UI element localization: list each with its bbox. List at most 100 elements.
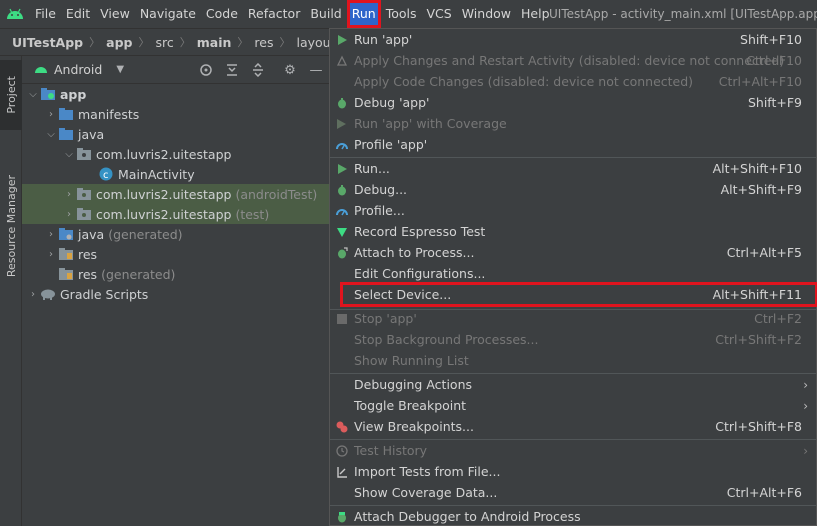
import-icon bbox=[330, 461, 354, 482]
menu-item-attach-to-process[interactable]: Attach to Process... Ctrl+Alt+F5 bbox=[330, 242, 816, 263]
menu-file[interactable]: File bbox=[30, 0, 61, 28]
package-icon bbox=[76, 206, 92, 222]
menu-item-debugging-actions[interactable]: Debugging Actions › bbox=[330, 374, 816, 395]
tree-item-app[interactable]: ⌵ app bbox=[22, 84, 330, 104]
tree-item-package-androidtest[interactable]: › com.luvris2.uitestapp (androidTest) bbox=[22, 184, 330, 204]
menu-item-label: Run 'app' bbox=[354, 32, 413, 47]
breadcrumb-res[interactable]: res bbox=[254, 35, 273, 50]
attach-debugger-android-icon bbox=[330, 506, 354, 526]
menu-item-label: Select Device... bbox=[354, 287, 452, 302]
menu-code[interactable]: Code bbox=[201, 0, 243, 28]
menu-item-view-breakpoints[interactable]: View Breakpoints... Ctrl+Shift+F8 bbox=[330, 416, 816, 437]
menu-item-label: Apply Code Changes (disabled: device not… bbox=[354, 74, 694, 89]
tree-item-label: com.luvris2.uitestapp bbox=[96, 186, 232, 202]
tree-item-res-generated[interactable]: res (generated) bbox=[22, 264, 330, 284]
breakpoints-icon bbox=[330, 416, 354, 437]
menu-item-run-with-coverage[interactable]: Run 'app' with Coverage bbox=[330, 113, 816, 134]
chevron-right-icon[interactable]: › bbox=[44, 229, 58, 240]
attach-debugger-icon bbox=[330, 242, 354, 263]
menu-item-shortcut: Alt+Shift+F10 bbox=[712, 161, 802, 176]
menu-bar: File Edit View Navigate Code Refactor Bu… bbox=[0, 0, 817, 28]
menu-item-debug-app[interactable]: Debug 'app' Shift+F9 bbox=[330, 92, 816, 113]
profiler-gauge-icon bbox=[330, 200, 354, 221]
tree-item-res[interactable]: › res bbox=[22, 244, 330, 264]
tree-item-gradle-scripts[interactable]: › Gradle Scripts bbox=[22, 284, 330, 304]
package-icon bbox=[76, 186, 92, 202]
menu-view[interactable]: View bbox=[95, 0, 135, 28]
tree-item-label: res bbox=[78, 266, 98, 282]
expand-all-icon[interactable] bbox=[224, 62, 240, 78]
menu-item-import-tests[interactable]: Import Tests from File... bbox=[330, 461, 816, 482]
menu-item-shortcut: Ctrl+Alt+F6 bbox=[726, 485, 802, 500]
chevron-down-icon[interactable]: ⌵ bbox=[44, 129, 58, 140]
menu-item-shortcut: Ctrl+Shift+F8 bbox=[715, 419, 802, 434]
hide-panel-icon[interactable]: — bbox=[308, 62, 324, 78]
menu-item-label: Profile 'app' bbox=[354, 137, 428, 152]
collapse-all-icon[interactable] bbox=[250, 62, 266, 78]
menu-item-attach-debugger-android[interactable]: Attach Debugger to Android Process bbox=[330, 506, 816, 526]
menu-item-stop-background-processes[interactable]: Stop Background Processes... Ctrl+Shift+… bbox=[330, 329, 816, 350]
menu-item-show-running-list[interactable]: Show Running List bbox=[330, 350, 816, 371]
menu-navigate[interactable]: Navigate bbox=[135, 0, 201, 28]
tree-item-java[interactable]: ⌵ java bbox=[22, 124, 330, 144]
menu-tools[interactable]: Tools bbox=[381, 0, 422, 28]
chevron-right-icon[interactable]: › bbox=[26, 289, 40, 300]
chevron-right-icon[interactable]: › bbox=[44, 249, 58, 260]
tree-item-suffix: (generated) bbox=[108, 226, 183, 242]
tree-item-java-generated[interactable]: › java (generated) bbox=[22, 224, 330, 244]
menu-item-show-coverage-data[interactable]: Show Coverage Data... Ctrl+Alt+F6 bbox=[330, 482, 816, 503]
menu-window[interactable]: Window bbox=[457, 0, 516, 28]
clock-icon bbox=[330, 440, 354, 461]
breadcrumb-module[interactable]: app bbox=[106, 35, 132, 50]
chevron-right-icon[interactable]: › bbox=[62, 189, 76, 200]
project-view-selector[interactable]: Android ▼ bbox=[22, 62, 124, 77]
project-tool-tab[interactable]: Project bbox=[0, 60, 22, 130]
chevron-right-icon[interactable]: › bbox=[62, 209, 76, 220]
resource-manager-tool-tab[interactable]: Resource Manager bbox=[0, 136, 22, 316]
menu-item-label: Record Espresso Test bbox=[354, 224, 486, 239]
tree-item-package-test[interactable]: › com.luvris2.uitestapp (test) bbox=[22, 204, 330, 224]
tree-item-package[interactable]: ⌵ com.luvris2.uitestapp bbox=[22, 144, 330, 164]
menu-item-label: Run 'app' with Coverage bbox=[354, 116, 507, 131]
menu-item-apply-code-changes[interactable]: Apply Code Changes (disabled: device not… bbox=[330, 71, 816, 92]
menu-item-apply-changes-restart[interactable]: Apply Changes and Restart Activity (disa… bbox=[330, 50, 816, 71]
locate-file-icon[interactable] bbox=[198, 62, 214, 78]
tree-item-mainactivity[interactable]: c MainActivity bbox=[22, 164, 330, 184]
menu-item-shortcut: Ctrl+F2 bbox=[754, 311, 802, 326]
menu-item-edit-configurations[interactable]: Edit Configurations... bbox=[330, 263, 816, 284]
breadcrumb-project[interactable]: UITestApp bbox=[12, 35, 83, 50]
menu-item-toggle-breakpoint[interactable]: Toggle Breakpoint › bbox=[330, 395, 816, 416]
chevron-down-icon[interactable]: ⌵ bbox=[62, 149, 76, 160]
menu-item-profile-app[interactable]: Profile 'app' bbox=[330, 134, 816, 155]
menu-item-run-ellipsis[interactable]: Run... Alt+Shift+F10 bbox=[330, 158, 816, 179]
menu-item-test-history[interactable]: Test History › bbox=[330, 440, 816, 461]
menu-refactor[interactable]: Refactor bbox=[243, 0, 305, 28]
breadcrumb-main[interactable]: main bbox=[197, 35, 232, 50]
breadcrumb-layout[interactable]: layout bbox=[296, 35, 330, 50]
menu-item-label: Attach to Process... bbox=[354, 245, 475, 260]
folder-icon bbox=[58, 106, 74, 122]
menu-item-stop-app[interactable]: Stop 'app' Ctrl+F2 bbox=[330, 308, 816, 329]
menu-item-select-device[interactable]: Select Device... Alt+Shift+F11 bbox=[340, 282, 817, 307]
menu-item-run-app[interactable]: Run 'app' Shift+F10 bbox=[330, 29, 816, 50]
menu-item-shortcut: Alt+Shift+F11 bbox=[712, 287, 802, 302]
menu-run[interactable]: Run bbox=[346, 0, 381, 28]
menu-item-debug-ellipsis[interactable]: Debug... Alt+Shift+F9 bbox=[330, 179, 816, 200]
breadcrumb-src[interactable]: src bbox=[155, 35, 173, 50]
run-icon bbox=[330, 158, 354, 179]
menu-vcs[interactable]: VCS bbox=[422, 0, 457, 28]
chevron-down-icon[interactable]: ⌵ bbox=[26, 89, 40, 100]
gear-icon[interactable]: ⚙ bbox=[282, 62, 298, 78]
running-list-icon bbox=[330, 350, 354, 371]
menu-edit[interactable]: Edit bbox=[61, 0, 95, 28]
menu-item-record-espresso-test[interactable]: Record Espresso Test bbox=[330, 221, 816, 242]
menu-item-label: Attach Debugger to Android Process bbox=[354, 509, 581, 524]
menu-build[interactable]: Build bbox=[305, 0, 346, 28]
menu-item-label: View Breakpoints... bbox=[354, 419, 474, 434]
tree-item-label: com.luvris2.uitestapp bbox=[96, 146, 232, 162]
tree-item-manifests[interactable]: › manifests bbox=[22, 104, 330, 124]
menu-item-profile-ellipsis[interactable]: Profile... bbox=[330, 200, 816, 221]
module-folder-icon bbox=[40, 86, 56, 102]
menu-item-label: Debug 'app' bbox=[354, 95, 430, 110]
chevron-right-icon[interactable]: › bbox=[44, 109, 58, 120]
